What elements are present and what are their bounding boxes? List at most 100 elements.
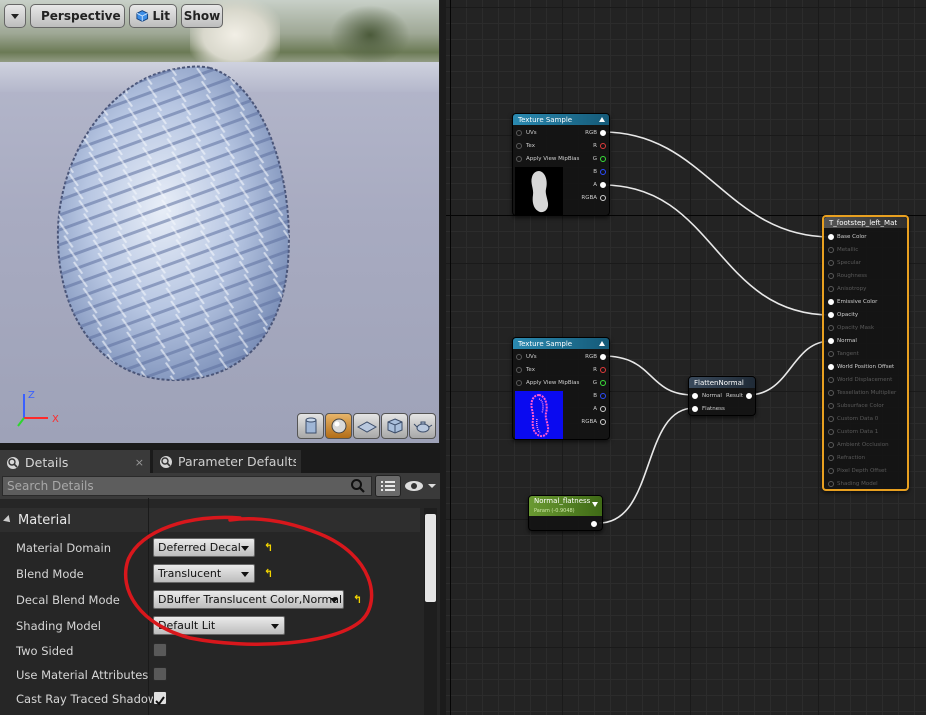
pin-a[interactable]: A bbox=[593, 404, 606, 414]
pin-label: Tessellation Multiplier bbox=[837, 390, 897, 396]
pin-uvs[interactable]: UVs bbox=[516, 352, 537, 362]
teapot-icon bbox=[413, 421, 432, 433]
collapse-triangle-icon bbox=[3, 515, 13, 525]
pin-b[interactable]: B bbox=[593, 391, 606, 401]
pin-rgba[interactable]: RGBA bbox=[581, 417, 606, 427]
material-pin[interactable]: Subsurface Color bbox=[828, 401, 884, 411]
material-preview-viewport[interactable]: Perspective Lit Show Z X bbox=[0, 0, 440, 443]
collapse-arrow-icon[interactable] bbox=[599, 341, 605, 346]
material-pin[interactable]: Pixel Depth Offset bbox=[828, 466, 887, 476]
pin-rgb[interactable]: RGB bbox=[585, 352, 606, 362]
pin-uvs[interactable]: UVs bbox=[516, 128, 537, 138]
pin-dot bbox=[828, 442, 834, 448]
material-pin[interactable]: World Displacement bbox=[828, 375, 892, 385]
node-header: Texture Sample bbox=[513, 114, 609, 125]
tab-parameter-defaults[interactable]: Parameter Defaults bbox=[153, 450, 301, 473]
texture-sample-node-1[interactable]: Texture Sample UVs Tex Apply View MipBia… bbox=[512, 113, 610, 216]
preview-plane-button[interactable] bbox=[353, 413, 380, 439]
preview-cylinder-button[interactable] bbox=[297, 413, 324, 439]
pin-tex[interactable]: Tex bbox=[516, 365, 535, 375]
pin-rgb[interactable]: RGB bbox=[585, 128, 606, 138]
material-pin[interactable]: Opacity bbox=[828, 310, 858, 320]
scrollbar-thumb[interactable] bbox=[425, 514, 436, 602]
pin-label: B bbox=[593, 169, 597, 175]
viewport-options-button[interactable] bbox=[4, 4, 26, 28]
pin-rgba[interactable]: RGBA bbox=[581, 193, 606, 203]
show-button[interactable]: Show bbox=[181, 4, 223, 28]
material-pin[interactable]: Anisotropy bbox=[828, 284, 866, 294]
material-pin[interactable]: Normal bbox=[828, 336, 857, 346]
pin-dot bbox=[828, 481, 834, 487]
wire-alpha-opacity bbox=[602, 184, 832, 316]
pin-mipbias[interactable]: Apply View MipBias bbox=[516, 154, 579, 164]
pin-b[interactable]: B bbox=[593, 167, 606, 177]
view-options-button[interactable] bbox=[375, 475, 401, 497]
section-title: Material bbox=[18, 512, 71, 528]
pin-label: Subsurface Color bbox=[837, 403, 884, 409]
use-material-attributes-checkbox[interactable] bbox=[153, 667, 167, 681]
material-pin[interactable]: Refraction bbox=[828, 453, 865, 463]
material-pin[interactable]: Tessellation Multiplier bbox=[828, 388, 896, 398]
pin-dot bbox=[828, 299, 834, 305]
material-pin[interactable]: Ambient Occlusion bbox=[828, 440, 889, 450]
search-icon[interactable] bbox=[350, 478, 366, 494]
normal-flatness-param-node[interactable]: Normal_flatness Param (-0.9048) bbox=[528, 495, 603, 531]
axis-gizmo: Z X bbox=[17, 390, 59, 427]
material-pin[interactable]: Custom Data 1 bbox=[828, 427, 878, 437]
pin-result-out[interactable]: Result bbox=[726, 391, 752, 401]
texture-sample-node-2[interactable]: Texture Sample UVs Tex Apply View MipBia… bbox=[512, 337, 610, 440]
lit-button[interactable]: Lit bbox=[129, 4, 177, 28]
material-result-node[interactable]: T_footstep_left_Mat Base Color Metallic Sp… bbox=[822, 215, 909, 491]
material-graph-canvas[interactable]: Texture Sample UVs Tex Apply View MipBia… bbox=[446, 0, 926, 715]
tab-details[interactable]: Details × bbox=[0, 450, 150, 473]
pin-normal-in[interactable]: Normal bbox=[692, 391, 722, 401]
pin-label: RGB bbox=[585, 354, 597, 360]
property-label: Cast Ray Traced Shadows bbox=[16, 692, 164, 706]
pin-g[interactable]: G bbox=[593, 378, 606, 388]
pin-label: Tex bbox=[526, 143, 535, 149]
footprint-texture-thumbnail bbox=[515, 167, 563, 215]
pin-g[interactable]: G bbox=[593, 154, 606, 164]
eye-visibility-icon[interactable] bbox=[404, 479, 436, 493]
cast-ray-traced-shadows-checkbox[interactable] bbox=[153, 691, 167, 706]
pin-label: Tex bbox=[526, 367, 535, 373]
pin-flatness-in[interactable]: Flatness bbox=[692, 404, 725, 414]
tab-details-label: Details bbox=[25, 455, 69, 470]
flatten-normal-node[interactable]: FlattenNormal Normal Flatness Result bbox=[688, 376, 756, 416]
material-pin[interactable]: Shading Model bbox=[828, 479, 878, 489]
tab-close-icon[interactable]: × bbox=[135, 456, 144, 469]
material-pin[interactable]: Tangent bbox=[828, 349, 859, 359]
material-pin[interactable]: Specular bbox=[828, 258, 861, 268]
material-pin[interactable]: Custom Data 0 bbox=[828, 414, 878, 424]
preview-cube-button[interactable] bbox=[381, 413, 408, 439]
pin-r[interactable]: R bbox=[593, 365, 606, 375]
material-pin[interactable]: Base Color bbox=[828, 232, 867, 242]
pin-a[interactable]: A bbox=[593, 180, 606, 190]
collapse-arrow-icon[interactable] bbox=[599, 117, 605, 122]
pin-label: Flatness bbox=[702, 406, 725, 412]
pin-tex[interactable]: Tex bbox=[516, 141, 535, 151]
pin-mipbias[interactable]: Apply View MipBias bbox=[516, 378, 579, 388]
perspective-button[interactable]: Perspective bbox=[30, 4, 125, 28]
material-pin[interactable]: Roughness bbox=[828, 271, 867, 281]
param-output-pin[interactable] bbox=[591, 521, 597, 527]
pin-label: A bbox=[593, 182, 597, 188]
plane-icon bbox=[356, 421, 377, 433]
material-pin[interactable]: Metallic bbox=[828, 245, 858, 255]
tab-parameter-defaults-label: Parameter Defaults bbox=[178, 454, 296, 469]
material-pin[interactable]: Emissive Color bbox=[828, 297, 877, 307]
preview-teapot-button[interactable] bbox=[409, 413, 436, 439]
material-pin[interactable]: World Position Offset bbox=[828, 362, 894, 372]
lit-cube-icon bbox=[136, 10, 149, 22]
pin-label: Pixel Depth Offset bbox=[837, 468, 887, 474]
pin-dot bbox=[828, 234, 834, 240]
search-details-input[interactable] bbox=[2, 476, 372, 496]
sphere-icon bbox=[331, 418, 346, 434]
material-pin[interactable]: Opacity Mask bbox=[828, 323, 874, 333]
pin-label: Apply View MipBias bbox=[526, 380, 580, 386]
preview-sphere-button[interactable] bbox=[325, 413, 352, 439]
pin-r[interactable]: R bbox=[593, 141, 606, 151]
pin-dot bbox=[828, 390, 834, 396]
collapse-arrow-icon[interactable] bbox=[592, 502, 598, 507]
checkmark-icon bbox=[155, 696, 165, 706]
